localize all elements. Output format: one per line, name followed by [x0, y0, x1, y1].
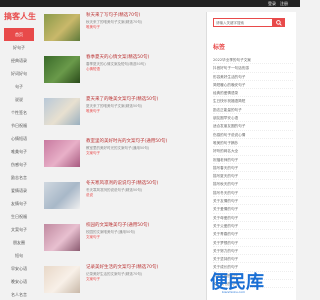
nav-item[interactable]: 句子 — [4, 80, 34, 93]
post-body: 秋天来了写句子(精选70句) 秋天来了的唯美句子文案(精选70句) 唯美句子 — [86, 12, 206, 30]
post-category[interactable]: 唯美句子 — [86, 25, 206, 30]
post-item: 记录美好生活的文案句子(精选70句) 记录美好生活的文案句子(精选70句) 文案句子 — [44, 264, 206, 300]
tag-link[interactable]: 关于梦想的句子 — [213, 239, 293, 247]
tag-link[interactable]: 描写冬天的句子 — [213, 189, 293, 198]
nav-item[interactable]: 文案句子 — [4, 223, 34, 236]
search-box — [213, 18, 285, 27]
tag-link[interactable]: 描写春天的句子 — [213, 164, 293, 173]
tag-link[interactable]: 关于母爱的句子 — [213, 214, 293, 222]
post-title[interactable]: 教室里的美好时光的文案句子(通用50句) — [86, 138, 206, 146]
nav-item[interactable]: 爱情语录 — [4, 184, 34, 197]
post-title[interactable]: 春季夏天的心情文案(精选50句) — [86, 54, 206, 62]
nav-item[interactable]: 伤感句子 — [4, 158, 34, 171]
nav-item[interactable]: 友情句子 — [4, 197, 34, 210]
tag-link[interactable]: 朋友圈早安心语 — [213, 114, 293, 123]
post-body: 春季夏天的心情文案(精选50句) 春季夏天的心情文案及短句(精选50句) 心情短语 — [86, 54, 206, 72]
post-thumbnail[interactable] — [44, 56, 80, 83]
post-item: 冬天寒风凛冽的说说句子(精选50句) 冬天寒风凛冽的说说句子(精选50句) 说说 — [44, 180, 206, 222]
nav-item[interactable]: 朋友圈 — [4, 236, 34, 249]
tag-link[interactable]: 关于努力的句子 — [213, 247, 293, 256]
nav-item[interactable]: 首页 — [4, 28, 34, 41]
auth-links: 登录 注册 — [268, 1, 288, 6]
post-thumbnail[interactable] — [44, 140, 80, 167]
nav-item[interactable]: 短句 — [4, 249, 34, 262]
nav-item[interactable]: 经典语录 — [4, 54, 34, 67]
post-body: 教室里的美好时光的文案句子(通用50句) 教室里的美好时光的文案句子(通用50句)… — [86, 138, 206, 156]
search-icon — [276, 19, 282, 26]
post-category[interactable]: 文案句子 — [86, 151, 206, 156]
tag-link[interactable]: 形容美好生活的句子 — [213, 73, 293, 81]
nav-item[interactable]: 晚安心语 — [4, 275, 34, 288]
category-nav: 首页 好句子 经典语录 好词好句 句子 说说 个性签名 节日祝福 心情短语 唯美句子 伤感句子 励志名… — [4, 28, 34, 300]
post-thumbnail[interactable] — [44, 182, 80, 209]
nav-item[interactable]: 心情短语 — [4, 132, 34, 145]
nav-item[interactable]: 唯美句子 — [4, 145, 34, 158]
post-category[interactable]: 唯美句子 — [86, 109, 206, 114]
post-title[interactable]: 夏天来了的唯美文案句子(精选50句) — [86, 96, 206, 104]
search-button[interactable] — [273, 18, 285, 27]
nav-item[interactable]: 说说 — [4, 93, 34, 106]
post-item: 校园的文案唯美句子(通用50句) 校园的文案唯美句子(通用50句) 文案句子 — [44, 222, 206, 264]
nav-item[interactable]: 早安心语 — [4, 262, 34, 275]
post-body: 冬天寒风凛冽的说说句子(精选50句) 冬天寒风凛冽的说说句子(精选50句) 说说 — [86, 180, 206, 198]
site-logo[interactable]: 搞客人生 — [4, 12, 36, 22]
post-thumbnail[interactable] — [44, 266, 80, 293]
post-title[interactable]: 冬天寒风凛冽的说说句子(精选50句) — [86, 180, 206, 188]
tag-list: 2022毕业季的句子文案 抖音好句子一句话伤感 形容美好生活的句子 简短暖心的晚安句子… — [213, 56, 293, 289]
nav-item[interactable]: 生日祝福 — [4, 210, 34, 223]
tag-link[interactable]: 生日快乐祝福语简短 — [213, 97, 293, 106]
post-thumbnail[interactable] — [44, 14, 80, 41]
nav-item[interactable]: 励志名言 — [4, 171, 34, 184]
right-sidebar: 标签 2022毕业季的句子文案抖音好句子一句话伤感形容美好生活的句子简短暖心的晚… — [206, 12, 296, 300]
tag-link[interactable]: 适合发朋友圈的句子 — [213, 122, 293, 131]
search-input[interactable] — [213, 18, 273, 27]
post-title[interactable]: 校园的文案唯美句子(通用50句) — [86, 222, 206, 230]
tag-link[interactable]: 关于青春的句子 — [213, 230, 293, 239]
tag-link[interactable]: 励志正能量的句子 — [213, 106, 293, 115]
login-link[interactable]: 登录 — [268, 1, 276, 6]
watermark-url: bianminku.com — [222, 290, 246, 294]
tag-link[interactable]: 伤感的句子说说心情 — [213, 131, 293, 139]
tag-link[interactable]: 唯美的句子摘抄 — [213, 139, 293, 148]
post-category[interactable]: 文案句子 — [86, 235, 206, 240]
post-thumbnail[interactable] — [44, 98, 80, 125]
post-category[interactable]: 文案句子 — [86, 277, 206, 282]
tag-link[interactable]: 关于父爱的句子 — [213, 222, 293, 231]
register-link[interactable]: 注册 — [280, 1, 288, 6]
left-column: 搞客人生 首页 好句子 经典语录 好词好句 句子 说说 个性签名 节日祝福 心情短语 唯美句子 伤感… — [4, 12, 36, 300]
post-item: 夏天来了的唯美文案句子(精选50句) 夏天来了的唯美句子文案(精选50句) 唯美句子 — [44, 96, 206, 138]
tag-link[interactable]: 关于爱情的句子 — [213, 205, 293, 214]
post-title[interactable]: 秋天来了写句子(精选70句) — [86, 12, 206, 20]
tag-link[interactable]: 经典的爱情语录 — [213, 89, 293, 98]
tag-link[interactable]: 关于坚持的句子 — [213, 255, 293, 264]
post-body: 记录美好生活的文案句子(精选70句) 记录美好生活的文案句子(精选70句) 文案句子 — [86, 264, 206, 282]
tag-link[interactable]: 2022毕业季的句子文案 — [213, 56, 293, 65]
nav-item[interactable]: 节日祝福 — [4, 119, 34, 132]
post-category[interactable]: 心情短语 — [86, 67, 206, 72]
nav-item[interactable]: 名人名言 — [4, 288, 34, 300]
post-item: 教室里的美好时光的文案句子(通用50句) 教室里的美好时光的文案句子(通用50句)… — [44, 138, 206, 180]
post-category[interactable]: 说说 — [86, 193, 206, 198]
tag-link[interactable]: 抖音好句子一句话伤感 — [213, 64, 293, 73]
post-thumbnail[interactable] — [44, 224, 80, 251]
tag-link[interactable]: 描写夏天的句子 — [213, 172, 293, 181]
nav-item[interactable]: 好词好句 — [4, 67, 34, 80]
tag-link[interactable]: 描写秋天的句子 — [213, 180, 293, 189]
tag-link[interactable]: 关于友情的句子 — [213, 197, 293, 206]
post-list: 秋天来了写句子(精选70句) 秋天来了的唯美句子文案(精选70句) 唯美句子 春季夏天… — [44, 12, 206, 300]
top-bar: 登录 注册 — [0, 0, 300, 7]
post-body: 校园的文案唯美句子(通用50句) 校园的文案唯美句子(通用50句) 文案句子 — [86, 222, 206, 240]
nav-item[interactable]: 个性签名 — [4, 106, 34, 119]
tag-link[interactable]: 简短暖心的晚安句子 — [213, 81, 293, 90]
tag-link[interactable]: 祝福老师的句子 — [213, 156, 293, 164]
nav-item[interactable]: 好句子 — [4, 41, 34, 54]
tags-heading: 标签 — [213, 44, 226, 51]
tag-link[interactable]: 好听的网名大全 — [213, 147, 293, 156]
post-title[interactable]: 记录美好生活的文案句子(精选70句) — [86, 264, 206, 272]
post-item: 秋天来了写句子(精选70句) 秋天来了的唯美句子文案(精选70句) 唯美句子 — [44, 12, 206, 54]
post-item: 春季夏天的心情文案(精选50句) 春季夏天的心情文案及短句(精选50句) 心情短语 — [44, 54, 206, 96]
post-body: 夏天来了的唯美文案句子(精选50句) 夏天来了的唯美句子文案(精选50句) 唯美句子 — [86, 96, 206, 114]
